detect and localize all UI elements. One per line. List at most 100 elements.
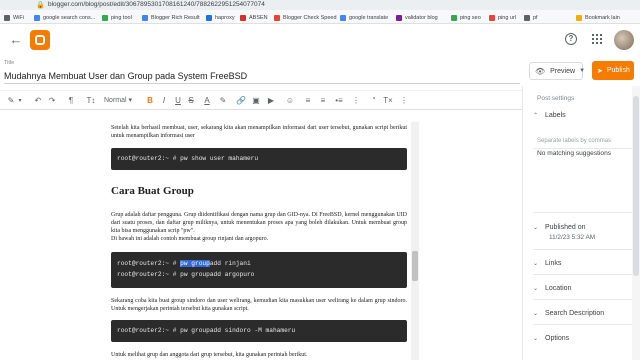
redo-icon[interactable]: ↷ [46, 95, 58, 107]
preview-button[interactable]: 👁 Preview ▼ [529, 62, 586, 80]
underline-icon[interactable]: U [173, 95, 183, 107]
selected-text: pw group [180, 260, 210, 267]
editor-scrollbar-thumb[interactable] [412, 251, 418, 281]
bookmark-label: google search cons... [43, 14, 96, 21]
bookmark-item[interactable]: Bookmark lain [576, 13, 620, 22]
search-description-heading: Search Description [545, 310, 605, 317]
image-icon[interactable]: ▣ [250, 95, 262, 107]
align-icon[interactable]: ≡ [302, 95, 314, 107]
post-settings-panel: Post settings ⌃ Labels Separate labels by… [522, 86, 640, 360]
bookmark-label: ping url [498, 14, 517, 21]
back-arrow-icon[interactable]: ← [8, 32, 24, 48]
labels-section-toggle[interactable]: ⌃ Labels [533, 112, 566, 119]
video-icon[interactable]: ▶ [265, 95, 277, 107]
url-text[interactable]: blogger.com/blog/post/edit/3067895301708… [48, 1, 265, 8]
post-body[interactable]: Setelah kita berhasil membuat, user, sek… [111, 120, 410, 360]
more-icon[interactable]: ⋮ [398, 95, 410, 107]
search-description-section-toggle[interactable]: ⌄ Search Description [533, 310, 604, 317]
paragraph: Sekarang coba kita buat group sindoro da… [111, 298, 407, 312]
quote-icon[interactable]: “ [368, 95, 380, 107]
labels-heading: Labels [545, 112, 566, 119]
code-line: root@router2:~ # pw groupadd rinjani [117, 258, 407, 269]
editor-scrollbar[interactable] [411, 122, 419, 360]
published-date: 11/2/23 5:32 AM [549, 234, 596, 241]
chevron-down-icon: ⌄ [533, 336, 539, 342]
bookmark-item[interactable]: google search cons... [34, 13, 95, 22]
highlight-icon[interactable]: ✎ [217, 95, 229, 107]
no-suggestions-text: No matching suggestions [537, 150, 612, 157]
blogger-logo[interactable] [30, 30, 50, 50]
browser-address-bar[interactable]: 🔒 blogger.com/blog/post/edit/30678953017… [0, 0, 640, 10]
prompt: root@router2:~ # [117, 271, 181, 278]
editor-area[interactable]: Setelah kita berhasil membuat, user, sek… [0, 111, 522, 360]
more-formatting-icon[interactable]: ⋮ [351, 95, 361, 107]
bookmark-item[interactable]: ping tool [102, 13, 132, 22]
paragraph: Grup adalah daftar pengguna. Grup diiden… [111, 212, 407, 234]
numbered-list-icon[interactable]: ≡ [317, 95, 329, 107]
sidebar-scrollbar-thumb[interactable] [633, 96, 639, 276]
eye-icon: 👁 [535, 66, 546, 76]
publish-button[interactable]: ➤ Publish [592, 61, 634, 80]
help-icon[interactable]: ? [565, 33, 577, 45]
publish-label: Publish [606, 67, 630, 74]
divider [533, 299, 633, 300]
chevron-down-icon: ▼ [579, 68, 586, 74]
bookmark-icon [4, 14, 10, 21]
post-settings-heading: Post settings [537, 95, 575, 102]
bookmark-icon [489, 14, 495, 21]
bookmark-label: Blogger Rich Result [151, 14, 200, 21]
options-section-toggle[interactable]: ⌄ Options [533, 335, 569, 342]
bookmark-item[interactable]: ABSEN [240, 13, 268, 22]
bulleted-list-icon[interactable]: •≡ [333, 95, 345, 107]
location-section-toggle[interactable]: ⌄ Location [533, 285, 571, 292]
bookmark-label: google translate [349, 14, 389, 21]
bookmark-item[interactable]: WiFi [4, 13, 24, 22]
post-title-input[interactable] [4, 68, 520, 84]
bookmark-label: ping seo [460, 14, 481, 21]
bookmark-item[interactable]: haproxy [206, 13, 235, 22]
bookmark-item[interactable]: ping seo [451, 13, 481, 22]
sidebar-scrollbar[interactable] [632, 86, 640, 360]
published-heading: Published on [545, 224, 586, 231]
bookmark-item[interactable]: google translate [340, 13, 388, 22]
bookmark-item[interactable]: Blogger Rich Result [142, 13, 200, 22]
paragraph-style-icon[interactable]: ¶ [64, 95, 78, 107]
font-size-label: Normal [104, 97, 127, 104]
undo-icon[interactable]: ↶ [32, 95, 44, 107]
bookmark-item[interactable]: ping url [489, 13, 516, 22]
pencil-icon[interactable]: ✎ [4, 95, 18, 107]
published-section-toggle[interactable]: ⌄ Published on [533, 224, 585, 231]
strikethrough-icon[interactable]: S [186, 95, 196, 107]
code-block: root@router2:~ # pw groupadd rinjani roo… [111, 252, 407, 288]
bookmark-item[interactable]: validator blog [396, 13, 438, 22]
location-heading: Location [545, 285, 572, 292]
paragraph: Setelah kita berhasil membuat, user, sek… [111, 125, 407, 139]
code-block: root@router2:~ # pw groupadd sindoro -M … [111, 320, 407, 342]
bookmark-item[interactable]: pf [524, 13, 538, 22]
bookmark-label: haproxy [215, 14, 235, 21]
emoji-icon[interactable]: ☺ [284, 95, 296, 107]
bookmark-icon [240, 14, 246, 21]
chevron-down-icon: ⌄ [533, 311, 539, 317]
apps-grid-icon[interactable] [592, 34, 602, 44]
avatar[interactable] [614, 30, 634, 50]
paragraph: Untuk melihat grup dan anggota dari grup… [111, 352, 308, 358]
chevron-down-icon[interactable]: ▾ [17, 95, 23, 107]
bookmark-icon [524, 14, 530, 21]
links-section-toggle[interactable]: ⌄ Links [533, 260, 561, 267]
clear-formatting-icon[interactable]: T× [382, 95, 394, 107]
formatting-toolbar: ✎ ▾ ↶ ↷ ¶ T↕ Normal ▾ B I U S A ✎ 🔗 ▣ ▶ … [0, 90, 522, 110]
font-size-dropdown[interactable]: Normal ▾ [104, 95, 134, 107]
text-color-icon[interactable]: A [201, 95, 213, 107]
code-rest: pw groupadd argopuro [180, 271, 255, 278]
bookmark-item[interactable]: Blogger Check Speed [274, 13, 337, 22]
divider [533, 212, 633, 213]
bold-icon[interactable]: B [145, 95, 155, 107]
send-icon: ➤ [597, 67, 603, 75]
preview-label: Preview [550, 67, 576, 75]
italic-icon[interactable]: I [159, 95, 169, 107]
labels-input[interactable]: Separate labels by commas [537, 138, 611, 144]
link-icon[interactable]: 🔗 [235, 95, 247, 107]
font-size-icon[interactable]: T↕ [84, 95, 98, 107]
app-header: ← ? [0, 24, 640, 58]
